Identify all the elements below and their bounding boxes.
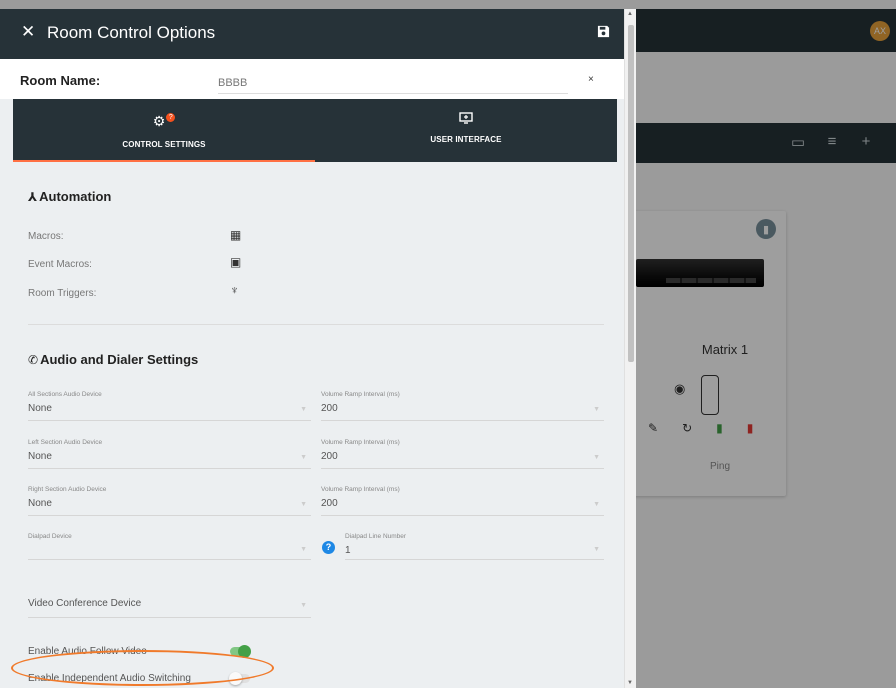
chevron-down-icon: ▼: [300, 454, 307, 461]
highlight-annotation: [11, 650, 274, 686]
all-sections-audio-device-select[interactable]: All Sections Audio Device None ▼: [28, 391, 311, 421]
chevron-down-icon: ▼: [300, 501, 307, 508]
left-ramp-interval-select[interactable]: Volume Ramp Interval (ms) 200 ▼: [321, 439, 604, 469]
right-ramp-interval-select[interactable]: Volume Ramp Interval (ms) 200 ▼: [321, 486, 604, 516]
audio-title-text: Audio and Dialer Settings: [40, 352, 199, 367]
room-control-options-dialog: ✕ Room Control Options Room Name: × ⚙? C…: [0, 9, 636, 688]
field-value: 200: [321, 498, 338, 509]
chevron-down-icon: ▼: [593, 454, 600, 461]
room-triggers-label: Room Triggers:: [28, 288, 97, 299]
event-macros-label: Event Macros:: [28, 259, 92, 270]
field-value: None: [28, 451, 52, 462]
settings-tabs: ⚙? CONTROL SETTINGS USER INTERFACE: [13, 99, 617, 162]
calendar-icon[interactable]: ▣: [230, 255, 241, 269]
automation-title-text: Automation: [39, 189, 112, 204]
audio-section-title: ✆ Audio and Dialer Settings: [28, 352, 198, 367]
field-label: Dialpad Device: [28, 533, 72, 540]
tab-user-interface[interactable]: USER INTERFACE: [315, 99, 617, 162]
help-badge[interactable]: ?: [166, 113, 176, 122]
chevron-down-icon: ▼: [593, 501, 600, 508]
field-label: All Sections Audio Device: [28, 391, 102, 398]
chevron-down-icon: ▼: [300, 546, 307, 553]
right-section-audio-device-select[interactable]: Right Section Audio Device None ▼: [28, 486, 311, 516]
field-value: None: [28, 403, 52, 414]
clear-room-name-button[interactable]: ×: [588, 74, 594, 85]
section-divider: [28, 324, 604, 325]
video-conference-device-select[interactable]: Video Conference Device ▼: [28, 598, 311, 618]
room-name-row: Room Name: ×: [0, 59, 624, 99]
field-label: Right Section Audio Device: [28, 486, 107, 493]
left-section-audio-device-select[interactable]: Left Section Audio Device None ▼: [28, 439, 311, 469]
help-icon[interactable]: ?: [322, 541, 335, 554]
tab-user-interface-label: USER INTERFACE: [430, 135, 502, 144]
dialpad-device-select[interactable]: Dialpad Device ▼: [28, 533, 311, 560]
video-conference-label: Video Conference Device: [28, 598, 142, 609]
close-icon[interactable]: ✕: [21, 22, 35, 42]
macros-icon[interactable]: ▦: [230, 228, 241, 242]
room-name-label: Room Name:: [20, 73, 101, 88]
trigger-icon[interactable]: ♆: [230, 283, 239, 297]
room-name-input[interactable]: [218, 72, 568, 94]
field-label: Volume Ramp Interval (ms): [321, 486, 400, 493]
chevron-down-icon: ▼: [593, 406, 600, 413]
field-label: Dialpad Line Number: [345, 533, 407, 540]
field-value: None: [28, 498, 52, 509]
field-label: Volume Ramp Interval (ms): [321, 439, 400, 446]
chevron-down-icon: ▼: [593, 546, 600, 553]
dialpad-line-number-select[interactable]: Dialpad Line Number 1 ▼: [345, 533, 604, 560]
gear-icon: ⚙?: [13, 113, 315, 130]
field-value: 200: [321, 403, 338, 414]
field-label: Volume Ramp Interval (ms): [321, 391, 400, 398]
tab-control-settings[interactable]: ⚙? CONTROL SETTINGS: [13, 99, 315, 162]
tab-control-settings-label: CONTROL SETTINGS: [122, 140, 206, 149]
dialog-title: Room Control Options: [47, 23, 216, 42]
scroll-down-icon[interactable]: ▼: [627, 680, 633, 686]
field-label: Left Section Audio Device: [28, 439, 103, 446]
automation-section-title: ⅄ Automation: [28, 189, 111, 204]
chevron-down-icon: ▼: [300, 602, 307, 609]
screen-icon: [315, 111, 617, 127]
phone-icon: ✆: [28, 353, 39, 367]
dialog-header: ✕ Room Control Options: [0, 9, 624, 59]
automation-icon: ⅄: [28, 190, 38, 204]
scroll-thumb[interactable]: [628, 25, 634, 362]
field-value: 1: [345, 545, 351, 556]
all-ramp-interval-select[interactable]: Volume Ramp Interval (ms) 200 ▼: [321, 391, 604, 421]
dialog-scrollbar[interactable]: ▲ ▼: [624, 9, 636, 688]
save-icon[interactable]: [597, 25, 610, 38]
chevron-down-icon: ▼: [300, 406, 307, 413]
field-value: 200: [321, 451, 338, 462]
scroll-up-icon[interactable]: ▲: [627, 11, 633, 17]
control-settings-panel: ⅄ Automation Macros: ▦ Event Macros: ▣ Ro…: [13, 162, 617, 688]
macros-label: Macros:: [28, 231, 64, 242]
